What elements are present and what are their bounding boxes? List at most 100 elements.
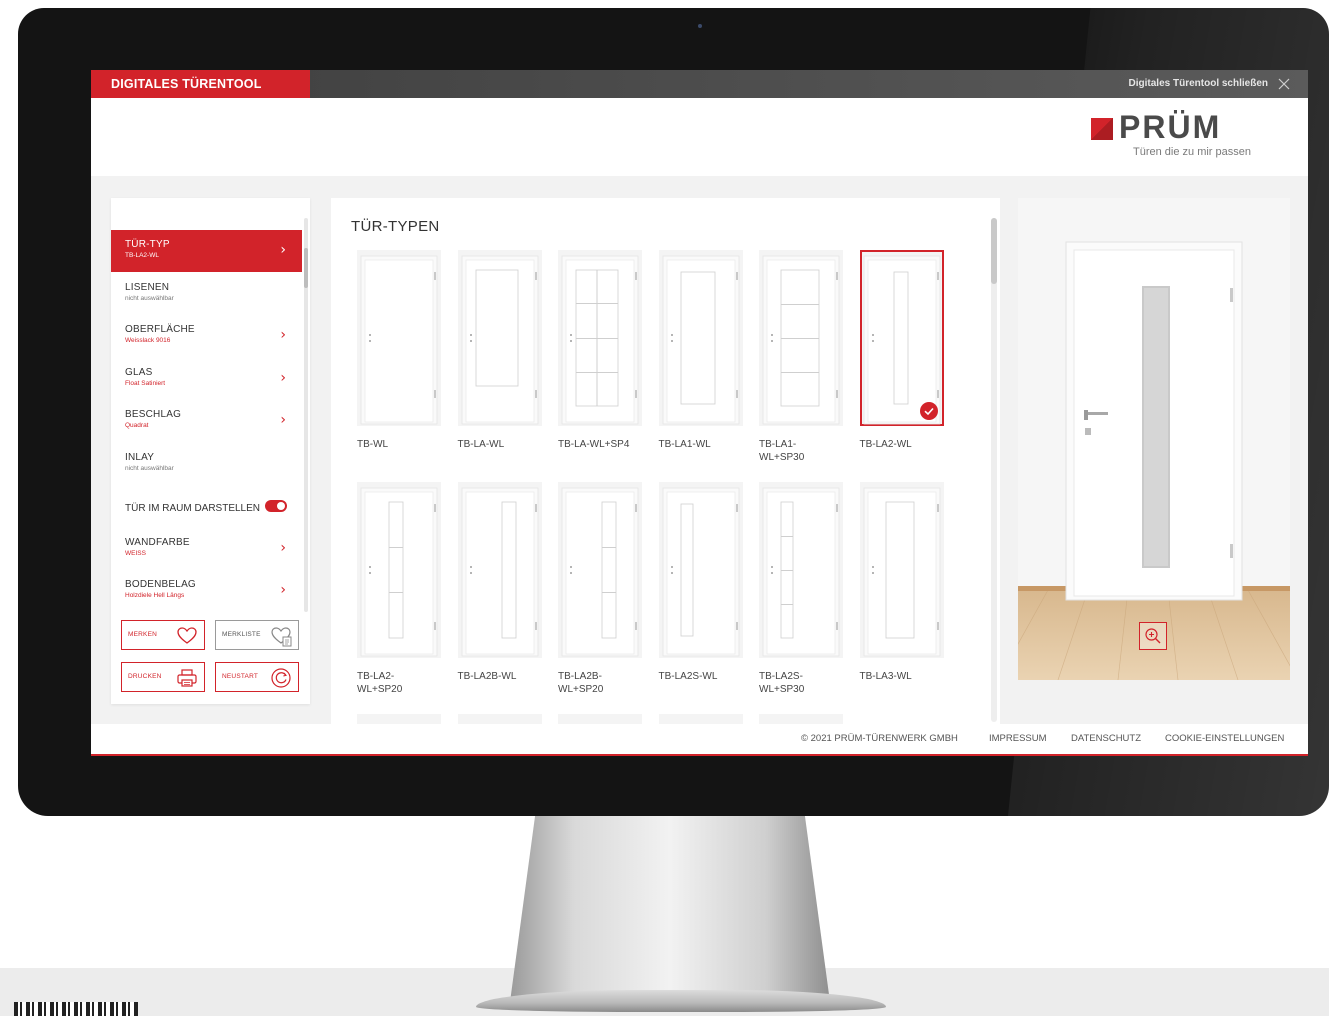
zoom-button[interactable] [1139, 622, 1167, 650]
sidebar-item-value: Holzdiele Hell Längs [125, 592, 185, 599]
sidebar-item-oberflaeche[interactable]: OBERFLÄCHE Weisslack 9016 › [111, 315, 302, 357]
door-type-card[interactable]: TB-LA3-WL [859, 482, 944, 683]
door-type-card-partial[interactable] [759, 714, 843, 724]
sidebar-item-label: LISENEN [125, 282, 170, 293]
toggle-knob [277, 502, 285, 510]
door-illustration [762, 255, 840, 425]
close-icon[interactable] [1278, 78, 1290, 90]
copyright-text: © 2021 PRÜM-TÜRENWERK GMBH [801, 733, 958, 744]
top-bar: DIGITALES TÜRENTOOL Digitales Türentool … [91, 70, 1308, 98]
door-type-card[interactable]: TB-LA-WL [457, 250, 542, 451]
cookie-settings-link[interactable]: COOKIE-EINSTELLUNGEN [1165, 724, 1284, 754]
datenschutz-link[interactable]: DATENSCHUTZ [1071, 724, 1141, 754]
door-type-card[interactable]: TB-WL [357, 250, 441, 451]
door-type-card[interactable]: TB-LA2B-WL+SP20 [558, 482, 642, 696]
sidebar-item-label: OBERFLÄCHE [125, 324, 195, 335]
door-thumbnail[interactable] [859, 250, 944, 426]
chevron-right-icon: › [280, 327, 286, 343]
door-type-card[interactable]: TB-LA-WL+SP4 [558, 250, 642, 451]
door-illustration [863, 487, 940, 657]
door-thumbnail[interactable] [658, 482, 743, 658]
checkmark-icon [919, 402, 938, 420]
door-type-card-partial[interactable] [558, 714, 642, 724]
merken-button[interactable]: MERKEN [121, 620, 205, 650]
app-screen: DIGITALES TÜRENTOOL Digitales Türentool … [91, 70, 1308, 756]
door-thumbnail[interactable] [658, 250, 743, 426]
sidebar-item-label: GLAS [125, 367, 153, 378]
door-type-card-partial[interactable] [457, 714, 542, 724]
door-preview-illustration [1018, 198, 1290, 680]
merkliste-button[interactable]: MERKLISTE [215, 620, 299, 650]
neustart-button-label: NEUSTART [222, 673, 259, 680]
impressum-link[interactable]: IMPRESSUM [989, 724, 1047, 754]
sidebar-item-label: TÜR-TYP [125, 239, 170, 250]
door-type-card[interactable]: TB-LA1-WL [658, 250, 743, 451]
chevron-right-icon: › [280, 582, 286, 598]
door-type-name: TB-LA-WL [457, 439, 505, 450]
sidebar-item-tuer-typ[interactable]: TÜR-TYP TB-LA2-WL › [111, 230, 302, 272]
sidebar-item-lisenen[interactable]: LISENEN nicht auswählbar [111, 273, 302, 315]
door-type-name: TB-LA2S-WL+SP30 [759, 671, 805, 695]
chevron-right-icon: › [280, 540, 286, 556]
door-type-card[interactable]: TB-LA2-WL+SP20 [357, 482, 441, 696]
qr-code-fragment [14, 1002, 138, 1016]
sidebar-item-label: WANDFARBE [125, 537, 190, 548]
drucken-button[interactable]: DRUCKEN [121, 662, 205, 692]
door-thumbnail[interactable] [558, 250, 642, 426]
chevron-right-icon: › [280, 412, 286, 428]
room-view-toggle-label: TÜR IM RAUM DARSTELLEN [125, 503, 261, 514]
neustart-button[interactable]: NEUSTART [215, 662, 299, 692]
monitor-stand [510, 812, 830, 1002]
door-thumbnail[interactable] [457, 250, 542, 426]
logo-wordmark: PRÜM [1119, 109, 1222, 145]
door-thumbnail[interactable] [357, 482, 441, 658]
door-thumbnail[interactable] [759, 482, 843, 658]
door-type-card-partial[interactable] [658, 714, 743, 724]
room-view-toggle[interactable] [265, 500, 287, 512]
close-tool-link[interactable]: Digitales Türentool schließen [1129, 70, 1268, 98]
sidebar-scrollbar[interactable] [304, 218, 308, 612]
door-preview [1018, 198, 1290, 680]
config-sidebar: TÜR-TYP TB-LA2-WL › LISENEN nicht auswäh… [111, 198, 310, 704]
door-thumbnail[interactable] [357, 250, 441, 426]
door-type-name: TB-LA-WL+SP4 [558, 439, 630, 450]
sidebar-item-inlay[interactable]: INLAY nicht auswählbar [111, 443, 302, 485]
footer-accent-line [91, 754, 1308, 756]
door-thumbnail[interactable] [759, 250, 843, 426]
sidebar-item-glas[interactable]: GLAS Float Satiniert › [111, 358, 302, 400]
grid-scrollbar[interactable] [991, 218, 997, 722]
app-title: DIGITALES TÜRENTOOL [91, 70, 310, 98]
sidebar-item-bodenbelag[interactable]: BODENBELAG Holzdiele Hell Längs › [111, 570, 302, 612]
door-thumbnail [759, 714, 843, 724]
door-illustration [461, 487, 538, 657]
sidebar-item-label: BESCHLAG [125, 409, 182, 420]
sidebar-item-value: Quadrat [125, 422, 149, 429]
sidebar-item-wandfarbe[interactable]: WANDFARBE WEISS › [111, 528, 302, 570]
sidebar-item-value: TB-LA2-WL [125, 252, 159, 259]
door-thumbnail [658, 714, 743, 724]
sidebar-item-value: Float Satiniert [125, 380, 166, 387]
door-thumbnail [357, 714, 441, 724]
chevron-right-icon: › [280, 242, 286, 258]
door-type-name: TB-WL [357, 439, 389, 450]
sidebar-item-beschlag[interactable]: BESCHLAG Quadrat › [111, 400, 302, 442]
door-thumbnail[interactable] [457, 482, 542, 658]
door-illustration [360, 487, 438, 657]
door-type-card[interactable]: TB-LA2S-WL [658, 482, 743, 683]
door-thumbnail [558, 714, 642, 724]
door-type-card[interactable]: TB-LA2B-WL [457, 482, 542, 683]
door-type-card[interactable]: TB-LA2-WL [859, 250, 944, 451]
door-type-name: TB-LA2S-WL [658, 671, 718, 682]
door-thumbnail[interactable] [859, 482, 944, 658]
door-thumbnail [457, 714, 542, 724]
drucken-button-label: DRUCKEN [128, 673, 162, 680]
door-illustration [863, 255, 940, 425]
door-illustration [561, 487, 639, 657]
door-type-card-partial[interactable] [357, 714, 441, 724]
footer: © 2021 PRÜM-TÜRENWERK GMBH IMPRESSUM DAT… [91, 724, 1308, 754]
door-type-card[interactable]: TB-LA1-WL+SP30 [759, 250, 843, 464]
zoom-in-icon [1145, 628, 1161, 644]
door-type-name: TB-LA2-WL [859, 439, 912, 450]
door-type-card[interactable]: TB-LA2S-WL+SP30 [759, 482, 843, 696]
door-thumbnail[interactable] [558, 482, 642, 658]
